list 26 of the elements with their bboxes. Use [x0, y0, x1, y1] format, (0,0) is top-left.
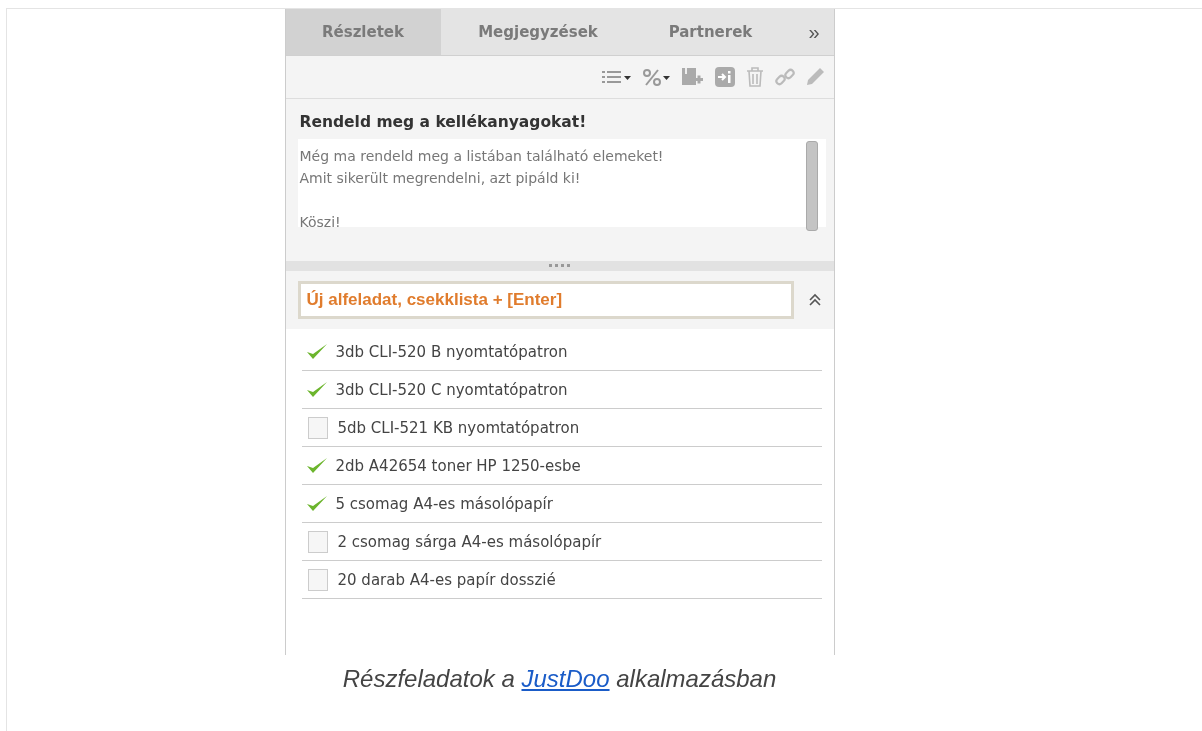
- tab[interactable]: Megjegyzések: [440, 9, 636, 55]
- checkbox[interactable]: [307, 568, 328, 591]
- checklist-item: 3db CLI-520 C nyomtatópatron: [335, 380, 568, 399]
- tab[interactable]: Partnerek: [635, 9, 786, 55]
- caption: Részfeladatok a JustDoo alkalmazásban: [342, 665, 777, 693]
- subtask-input[interactable]: Új alfeladat, csekklista + [Enter]: [297, 281, 794, 319]
- checklist-item: 2 csomag sárga A4-es másolópapír: [337, 532, 602, 551]
- checkbox[interactable]: [307, 530, 328, 553]
- justdoo-link[interactable]: JustDoo: [521, 665, 610, 692]
- link-icon[interactable]: [773, 66, 796, 88]
- checklist-item: 2db A42654 toner HP 1250-esbe: [335, 456, 581, 475]
- add-book-icon[interactable]: [679, 66, 706, 88]
- checklist-item: 20 darab A4-es papír dosszié: [337, 570, 556, 589]
- checklist-item: 5 csomag A4-es másolópapír: [335, 494, 553, 513]
- percent-icon[interactable]: [641, 67, 672, 87]
- checklist-item: 5db CLI-521 KB nyomtatópatron: [337, 418, 580, 437]
- tab[interactable]: Részletek: [285, 9, 441, 55]
- checklist-item: 3db CLI-520 B nyomtatópatron: [335, 342, 568, 361]
- scrollbar-thumb[interactable]: [805, 141, 818, 231]
- task-title: Rendeld meg a kellékanyagokat!: [299, 113, 588, 131]
- import-icon[interactable]: [713, 66, 736, 88]
- checkbox[interactable]: [307, 416, 328, 439]
- more-tabs-button[interactable]: »: [794, 9, 834, 55]
- splitter-handle[interactable]: [285, 261, 834, 271]
- collapse-icon[interactable]: [807, 293, 822, 307]
- grip-icon: [548, 264, 571, 268]
